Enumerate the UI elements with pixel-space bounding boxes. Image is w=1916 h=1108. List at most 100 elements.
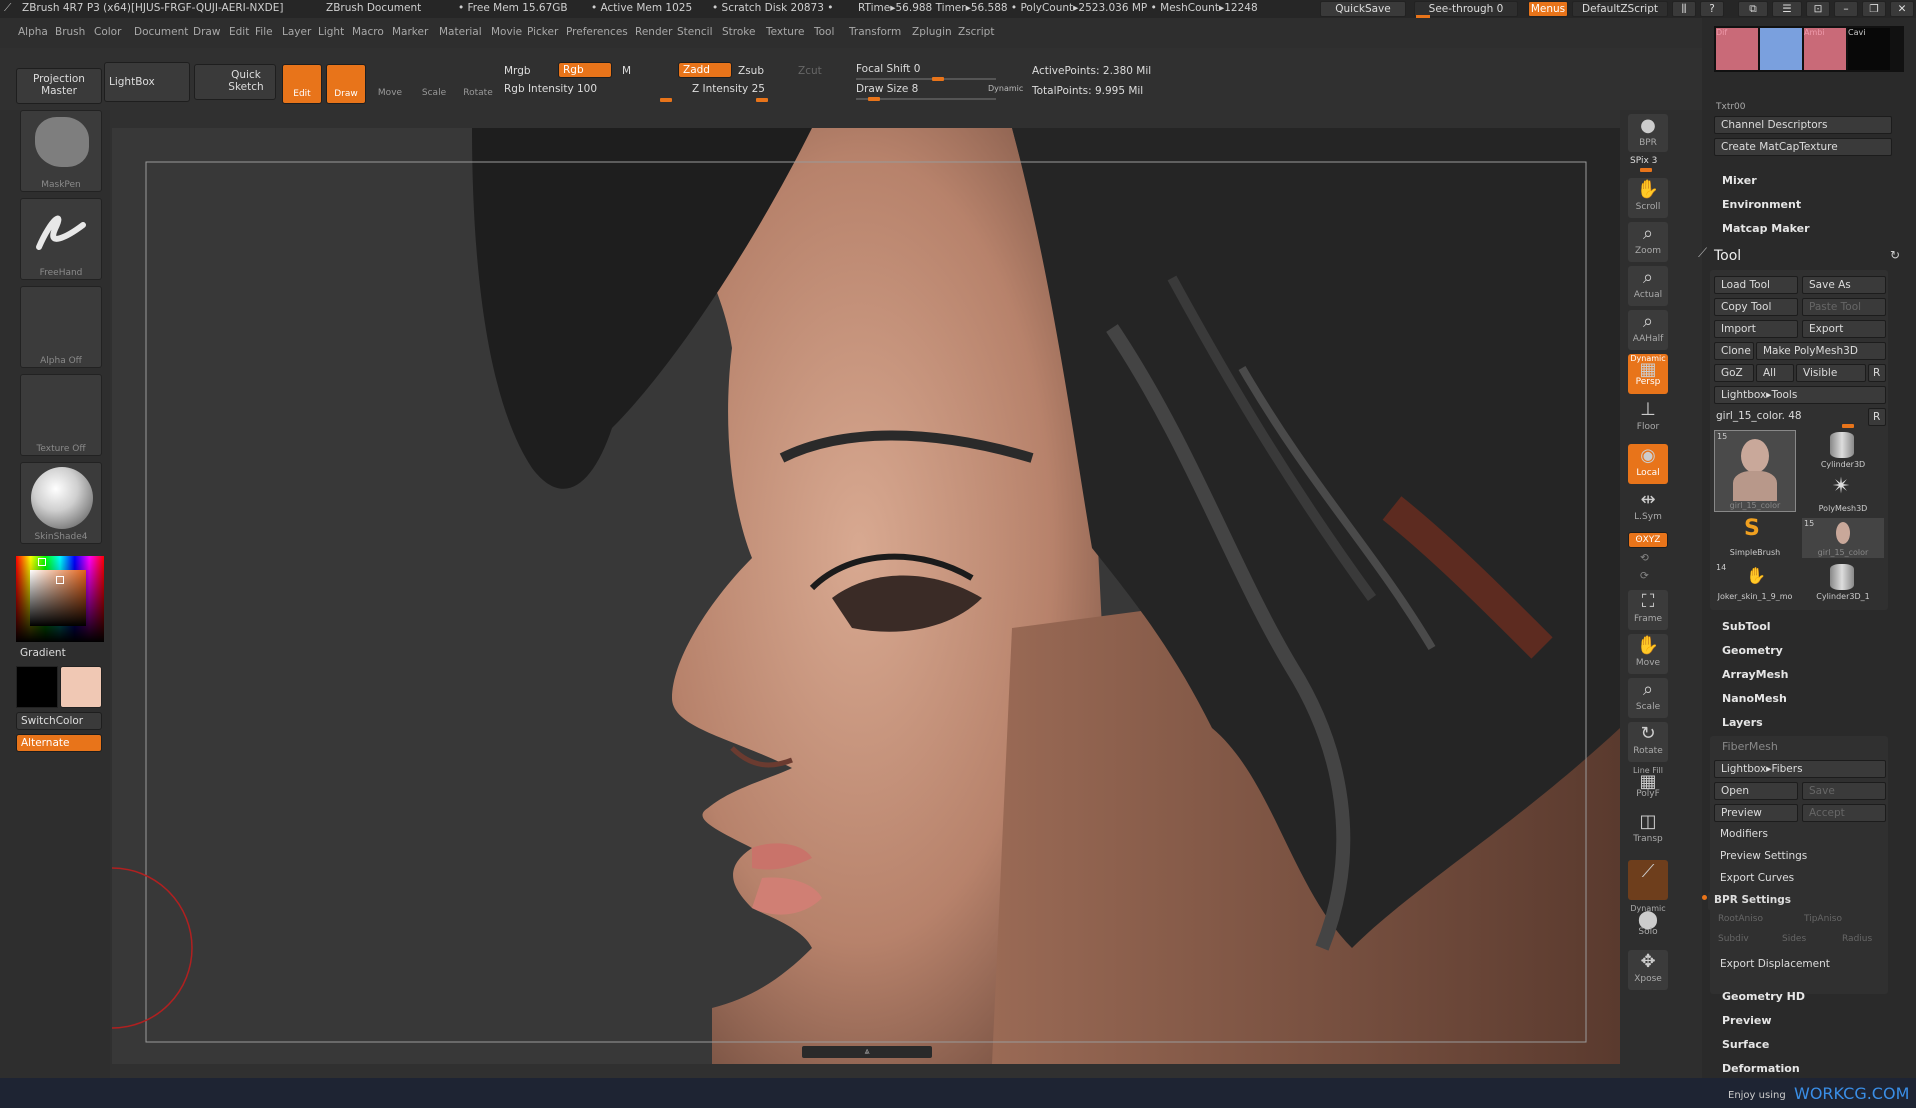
fiber-save-button[interactable]: Save <box>1802 782 1886 800</box>
rgb-toggle[interactable]: Rgb <box>558 62 612 78</box>
menu-picker[interactable]: Picker <box>527 26 558 38</box>
goz-all-button[interactable]: All <box>1756 364 1794 382</box>
menu-zscript[interactable]: Zscript <box>958 26 994 38</box>
alpha-thumbnail[interactable]: Alpha Off <box>20 286 102 368</box>
copy-tool-button[interactable]: Copy Tool <box>1714 298 1798 316</box>
deformation-section[interactable]: Deformation <box>1722 1062 1800 1075</box>
menu-stencil[interactable]: Stencil <box>677 26 713 38</box>
fiber-accept-button[interactable]: Accept <box>1802 804 1886 822</box>
fiber-preview-button[interactable]: Preview <box>1714 804 1798 822</box>
lock-icon[interactable]: ⊡ <box>1806 1 1830 17</box>
spix-slider[interactable]: SPix 3 <box>1630 156 1657 166</box>
menu-tool[interactable]: Tool <box>814 26 834 38</box>
tool-thumb-joker[interactable]: 14 ✋ Joker_skin_1_9_mo <box>1714 562 1796 602</box>
fibermesh-section[interactable]: FiberMesh <box>1722 740 1778 753</box>
tool-thumb-cylinder-1[interactable]: Cylinder3D_1 <box>1802 562 1884 602</box>
nanomesh-section[interactable]: NanoMesh <box>1722 692 1787 705</box>
load-tool-button[interactable]: Load Tool <box>1714 276 1798 294</box>
stroke-thumbnail[interactable]: FreeHand <box>20 198 102 280</box>
surface-section[interactable]: Surface <box>1722 1038 1769 1051</box>
preview-section[interactable]: Preview <box>1722 1014 1772 1027</box>
bpr-settings-button[interactable]: BPR Settings <box>1708 892 1886 910</box>
zsub-toggle[interactable]: Zsub <box>738 65 764 77</box>
menu-render[interactable]: Render <box>635 26 672 38</box>
floor-button[interactable]: ⊥ Floor <box>1628 398 1668 438</box>
frame-button[interactable]: ⛶ Frame <box>1628 590 1668 630</box>
make-polymesh-button[interactable]: Make PolyMesh3D <box>1756 342 1886 360</box>
tool-thumb-girl[interactable]: 15 girl_15_color <box>1714 430 1796 512</box>
goz-visible-button[interactable]: Visible <box>1796 364 1866 382</box>
dynamic-toggle[interactable]: Dynamic <box>988 84 1023 93</box>
export-curves-button[interactable]: Export Curves <box>1714 870 1886 888</box>
zoom-button[interactable]: ⌕ Zoom <box>1628 222 1668 262</box>
color-picker-cursor[interactable] <box>56 576 64 584</box>
xpose-button[interactable]: ✥ Xpose <box>1628 950 1668 990</box>
scale-button[interactable]: Scale <box>414 64 454 104</box>
hue-picker-cursor[interactable] <box>38 558 46 566</box>
move-button[interactable]: Move <box>370 64 410 104</box>
menu-document[interactable]: Document <box>134 26 188 38</box>
subdiv-slider[interactable]: Subdiv <box>1718 934 1749 944</box>
menu-layer[interactable]: Layer <box>282 26 311 38</box>
menu-brush[interactable]: Brush <box>55 26 85 38</box>
projection-master-button[interactable]: Projection Master <box>16 68 102 104</box>
minimize-icon[interactable]: – <box>1834 1 1858 17</box>
alternate-button[interactable]: Alternate <box>16 734 102 752</box>
xyz-button[interactable]: ʘXYZ <box>1628 532 1668 548</box>
z-intensity-slider[interactable]: Z Intensity 25 <box>692 83 765 95</box>
solo-button[interactable]: Dynamic ⬤ Solo <box>1628 904 1668 944</box>
lightbox-fibers-button[interactable]: Lightbox▸Fibers <box>1714 760 1886 778</box>
m-toggle[interactable]: M <box>622 65 631 77</box>
menu-zplugin[interactable]: Zplugin <box>912 26 952 38</box>
ghost-button[interactable]: ⟋ <box>1628 860 1668 900</box>
tool-thumb-girl-2[interactable]: 15 girl_15_color <box>1802 518 1884 558</box>
arraymesh-section[interactable]: ArrayMesh <box>1722 668 1788 681</box>
close-icon[interactable]: ✕ <box>1890 1 1914 17</box>
actual-button[interactable]: ⌕ Actual <box>1628 266 1668 306</box>
color-picker[interactable] <box>16 556 104 642</box>
window-layout-icon[interactable]: ⧉ <box>1738 1 1768 17</box>
environment-section[interactable]: Environment <box>1722 198 1801 211</box>
menu-marker[interactable]: Marker <box>392 26 428 38</box>
tool-header[interactable]: ⟋ Tool ↻ <box>1698 242 1916 270</box>
menu-file[interactable]: File <box>255 26 273 38</box>
zcut-toggle[interactable]: Zcut <box>798 65 822 77</box>
brush-thumbnail[interactable]: MaskPen <box>20 110 102 192</box>
menu-movie[interactable]: Movie <box>491 26 522 38</box>
rotate-view-button[interactable]: ↻ Rotate <box>1628 722 1668 762</box>
import-button[interactable]: Import <box>1714 320 1798 338</box>
menu-preferences[interactable]: Preferences <box>566 26 628 38</box>
tool-thumb-simplebrush[interactable]: S SimpleBrush <box>1714 516 1796 558</box>
quicksave-button[interactable]: QuickSave <box>1320 1 1406 17</box>
preview-settings-button[interactable]: Preview Settings <box>1714 848 1886 866</box>
goz-button[interactable]: GoZ <box>1714 364 1754 382</box>
mrgb-toggle[interactable]: Mrgb <box>504 65 531 77</box>
transp-button[interactable]: ◫ Transp <box>1628 810 1668 850</box>
move-view-button[interactable]: ✋ Move <box>1628 634 1668 674</box>
layers-section[interactable]: Layers <box>1722 716 1763 729</box>
swatch-ambi[interactable]: Ambi <box>1804 28 1846 70</box>
geometry-section[interactable]: Geometry <box>1722 644 1783 657</box>
rootaniso-slider[interactable]: RootAniso <box>1718 914 1763 924</box>
focal-shift-slider[interactable]: Focal Shift 0 <box>856 63 920 75</box>
draw-button[interactable]: Draw <box>326 64 366 104</box>
main-color-swatch[interactable] <box>60 666 102 708</box>
tool-thumb-polymesh[interactable]: ✴ PolyMesh3D <box>1802 474 1884 514</box>
swatch-spec[interactable] <box>1760 28 1802 70</box>
default-zscript-button[interactable]: DefaultZScript <box>1572 1 1668 17</box>
rotate-z-icon[interactable]: ⟳ <box>1640 570 1649 582</box>
menu-light[interactable]: Light <box>318 26 344 38</box>
modifiers-button[interactable]: Modifiers <box>1714 826 1886 844</box>
bottom-tray-toggle[interactable]: ⩓ <box>802 1046 932 1058</box>
menu-transform[interactable]: Transform <box>849 26 901 38</box>
maximize-icon[interactable]: ❐ <box>1862 1 1886 17</box>
zadd-toggle[interactable]: Zadd <box>678 62 732 78</box>
menu-draw[interactable]: Draw <box>193 26 220 38</box>
pin-icon[interactable]: ⟋ <box>1698 246 1707 261</box>
focal-shift-knob[interactable] <box>932 77 944 81</box>
draw-size-knob[interactable] <box>868 97 880 101</box>
settings-icon[interactable]: ☰ <box>1772 1 1802 17</box>
material-thumbnail[interactable]: SkinShade4 <box>20 462 102 544</box>
export-button[interactable]: Export <box>1802 320 1886 338</box>
canvas-viewport[interactable]: ⩓ <box>112 128 1620 1064</box>
